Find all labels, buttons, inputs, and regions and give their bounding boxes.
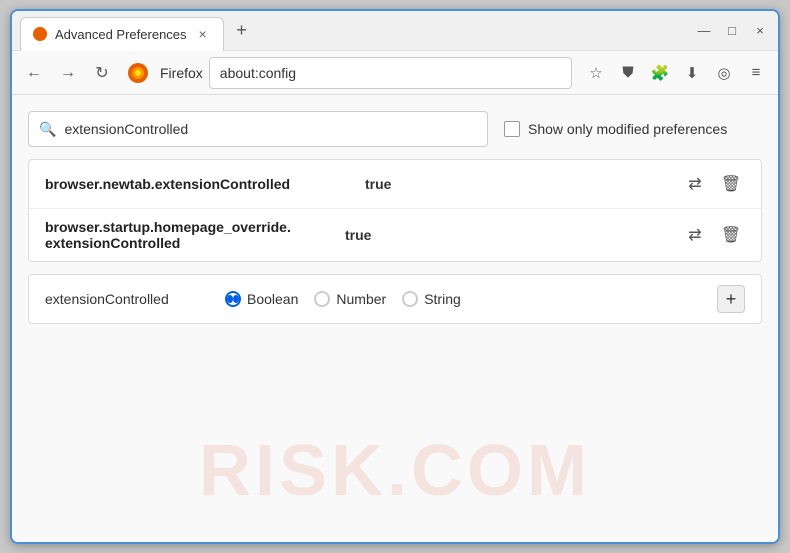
pref-name-multiline: browser.startup.homepage_override. exten… xyxy=(45,219,345,251)
add-preference-row: extensionControlled Boolean Number Strin… xyxy=(28,274,762,324)
pref-name-line1: browser.startup.homepage_override. xyxy=(45,219,345,235)
content-area: RISK.COM 🔍 Show only modified preference… xyxy=(12,95,778,542)
show-modified-checkbox[interactable] xyxy=(504,121,520,137)
show-modified-text: Show only modified preferences xyxy=(528,121,727,137)
radio-boolean[interactable]: Boolean xyxy=(225,291,298,307)
radio-number[interactable]: Number xyxy=(314,291,386,307)
tab-favicon xyxy=(33,27,47,41)
radio-number-circle[interactable] xyxy=(314,291,330,307)
radio-boolean-circle[interactable] xyxy=(225,291,241,307)
add-preference-button[interactable]: + xyxy=(717,285,745,313)
tab-title: Advanced Preferences xyxy=(55,27,187,42)
menu-icon[interactable]: ≡ xyxy=(742,59,770,87)
radio-string-label: String xyxy=(424,291,461,307)
tab-close-button[interactable]: × xyxy=(195,26,211,42)
search-icon: 🔍 xyxy=(39,121,56,138)
search-row: 🔍 Show only modified preferences xyxy=(28,111,762,147)
pref-value: true xyxy=(345,227,681,243)
table-row: browser.startup.homepage_override. exten… xyxy=(29,209,761,261)
firefox-logo-icon xyxy=(126,61,150,85)
row-actions: ⇄ 🗑 xyxy=(681,221,745,249)
title-bar: Advanced Preferences × + — □ × xyxy=(12,11,778,51)
url-bar[interactable]: about:config xyxy=(209,57,572,89)
window-controls: — □ × xyxy=(694,21,770,41)
close-button[interactable]: × xyxy=(750,21,770,41)
pref-name-line2: extensionControlled xyxy=(45,235,345,251)
results-table: browser.newtab.extensionControlled true … xyxy=(28,159,762,262)
forward-button[interactable]: → xyxy=(54,59,82,87)
reset-button[interactable]: ⇄ xyxy=(681,221,709,249)
extension-icon[interactable]: 🧩 xyxy=(646,59,674,87)
maximize-button[interactable]: □ xyxy=(722,21,742,41)
pref-name: browser.newtab.extensionControlled xyxy=(45,176,365,192)
search-box[interactable]: 🔍 xyxy=(28,111,488,147)
profile-icon[interactable]: ◎ xyxy=(710,59,738,87)
download-icon[interactable]: ⬇ xyxy=(678,59,706,87)
new-tab-button[interactable]: + xyxy=(228,17,256,45)
type-radio-group: Boolean Number String xyxy=(225,291,697,307)
back-button[interactable]: ← xyxy=(20,59,48,87)
shield-icon[interactable]: ⛊ xyxy=(614,59,642,87)
delete-button[interactable]: 🗑 xyxy=(717,170,745,198)
show-modified-label[interactable]: Show only modified preferences xyxy=(504,121,727,137)
pref-value: true xyxy=(365,176,681,192)
radio-string[interactable]: String xyxy=(402,291,461,307)
radio-number-label: Number xyxy=(336,291,386,307)
nav-icons: ☆ ⛊ 🧩 ⬇ ◎ ≡ xyxy=(582,59,770,87)
bookmark-icon[interactable]: ☆ xyxy=(582,59,610,87)
browser-window: Advanced Preferences × + — □ × ← → ↻ Fir… xyxy=(10,9,780,544)
reload-button[interactable]: ↻ xyxy=(88,59,116,87)
new-pref-name: extensionControlled xyxy=(45,291,205,307)
radio-boolean-label: Boolean xyxy=(247,291,298,307)
minimize-button[interactable]: — xyxy=(694,21,714,41)
watermark: RISK.COM xyxy=(199,430,591,512)
delete-button[interactable]: 🗑 xyxy=(717,221,745,249)
reset-button[interactable]: ⇄ xyxy=(681,170,709,198)
browser-tab[interactable]: Advanced Preferences × xyxy=(20,17,224,51)
radio-string-circle[interactable] xyxy=(402,291,418,307)
search-input[interactable] xyxy=(64,121,477,137)
url-text: about:config xyxy=(220,65,296,81)
row-actions: ⇄ 🗑 xyxy=(681,170,745,198)
table-row: browser.newtab.extensionControlled true … xyxy=(29,160,761,209)
firefox-label: Firefox xyxy=(160,65,203,81)
nav-bar: ← → ↻ Firefox about:config ☆ ⛊ 🧩 ⬇ ◎ ≡ xyxy=(12,51,778,95)
